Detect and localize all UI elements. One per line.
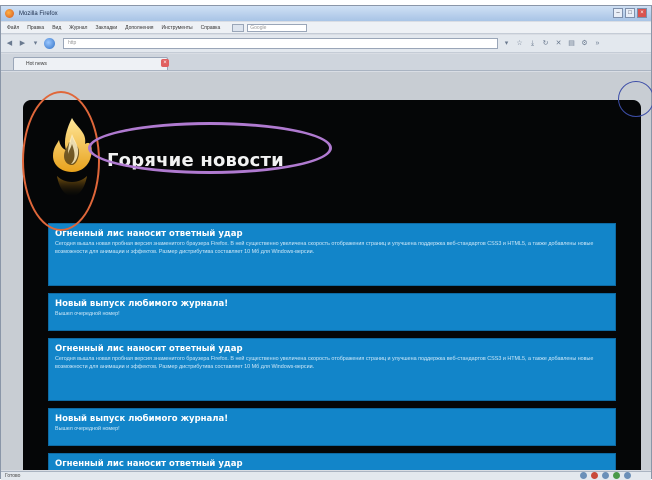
minimize-button[interactable]: – (613, 8, 623, 18)
news-page: Горячие новости Огненный лис наносит отв… (23, 100, 641, 470)
menu-edit[interactable]: Правка (27, 25, 44, 31)
news-title[interactable]: Огненный лис наносит ответный удар (55, 229, 609, 240)
page-icon[interactable]: ▤ (567, 39, 576, 48)
bookmark-star-icon[interactable]: ☆ (515, 39, 524, 48)
address-bar[interactable]: http (63, 38, 498, 49)
dropdown-icon[interactable]: ▾ (502, 39, 511, 48)
search-engine-button[interactable] (232, 23, 245, 32)
dropdown-arrow-icon[interactable]: ▾ (31, 39, 40, 48)
more-icon[interactable]: » (593, 39, 602, 48)
window-title: Mozilla Firefox (19, 10, 58, 17)
page-viewport: Горячие новости Огненный лис наносит отв… (1, 72, 651, 470)
status-text: Готово (5, 473, 21, 479)
reload-icon[interactable]: ↻ (541, 39, 550, 48)
tab-label: Hot news (26, 61, 47, 67)
browser-window: Mozilla Firefox – □ × Файл Правка Вид Жу… (0, 5, 652, 480)
menu-tools[interactable]: Инструменты (161, 25, 192, 31)
status-ok-icon[interactable] (613, 472, 620, 479)
security-icon[interactable] (591, 472, 598, 479)
news-title[interactable]: Новый выпуск любимого журнала! (55, 299, 609, 310)
news-title[interactable]: Огненный лис наносит ответный удар (55, 459, 609, 470)
flame-logo-icon (53, 118, 92, 196)
page-title: Горячие новости (107, 150, 284, 171)
menu-history[interactable]: Журнал (69, 25, 87, 31)
news-title[interactable]: Новый выпуск любимого журнала! (55, 414, 609, 425)
sync-icon[interactable] (602, 472, 609, 479)
menu-bookmarks[interactable]: Закладки (95, 25, 117, 31)
tab-hot-news[interactable]: Hot news (13, 57, 168, 70)
news-item[interactable]: Огненный лис наносит ответный удар Сегод… (48, 223, 616, 286)
news-item[interactable]: Новый выпуск любимого журнала! Вышел оче… (48, 408, 616, 446)
news-title[interactable]: Огненный лис наносит ответный удар (55, 344, 609, 355)
news-item[interactable]: Новый выпуск любимого журнала! Вышел оче… (48, 293, 616, 331)
news-text: Вышел очередной номер! (55, 311, 120, 317)
title-bar: Mozilla Firefox – □ × (1, 6, 651, 21)
addon-icon[interactable] (580, 472, 587, 479)
search-input[interactable]: Google (247, 23, 308, 32)
status-icons (580, 472, 631, 479)
network-icon[interactable] (624, 472, 631, 479)
news-item[interactable]: Огненный лис наносит ответный удар Сегод… (48, 338, 616, 401)
download-icon[interactable]: ⤓ (528, 39, 537, 48)
navigation-toolbar: ◀ ▶ ▾ http ▾ ☆ ⤓ ↻ ✕ ▤ ⚙ » (1, 35, 651, 53)
back-arrow-icon[interactable]: ◀ (5, 39, 14, 48)
news-item[interactable]: Огненный лис наносит ответный удар (48, 453, 616, 470)
maximize-button[interactable]: □ (625, 8, 635, 18)
settings-icon[interactable]: ⚙ (580, 39, 589, 48)
close-window-button[interactable]: × (637, 8, 647, 18)
menu-help[interactable]: Справка (201, 25, 221, 31)
close-tab-icon[interactable]: × (161, 59, 169, 67)
forward-arrow-icon[interactable]: ▶ (18, 39, 27, 48)
firefox-logo-icon (5, 9, 14, 18)
menu-addons[interactable]: Дополнения (125, 25, 153, 31)
menu-bar: Файл Правка Вид Журнал Закладки Дополнен… (1, 22, 651, 34)
stop-icon[interactable]: ✕ (554, 39, 563, 48)
menu-view[interactable]: Вид (52, 25, 61, 31)
tab-bar: Hot news × (1, 54, 651, 71)
news-text: Сегодня вышла новая пробная версия знаме… (55, 241, 594, 255)
home-icon[interactable] (44, 38, 55, 49)
window-controls: – □ × (613, 8, 647, 18)
news-text: Сегодня вышла новая пробная версия знаме… (55, 356, 594, 370)
search-group: Google (232, 23, 308, 32)
menu-file[interactable]: Файл (7, 25, 19, 31)
news-text: Вышел очередной номер! (55, 426, 120, 432)
